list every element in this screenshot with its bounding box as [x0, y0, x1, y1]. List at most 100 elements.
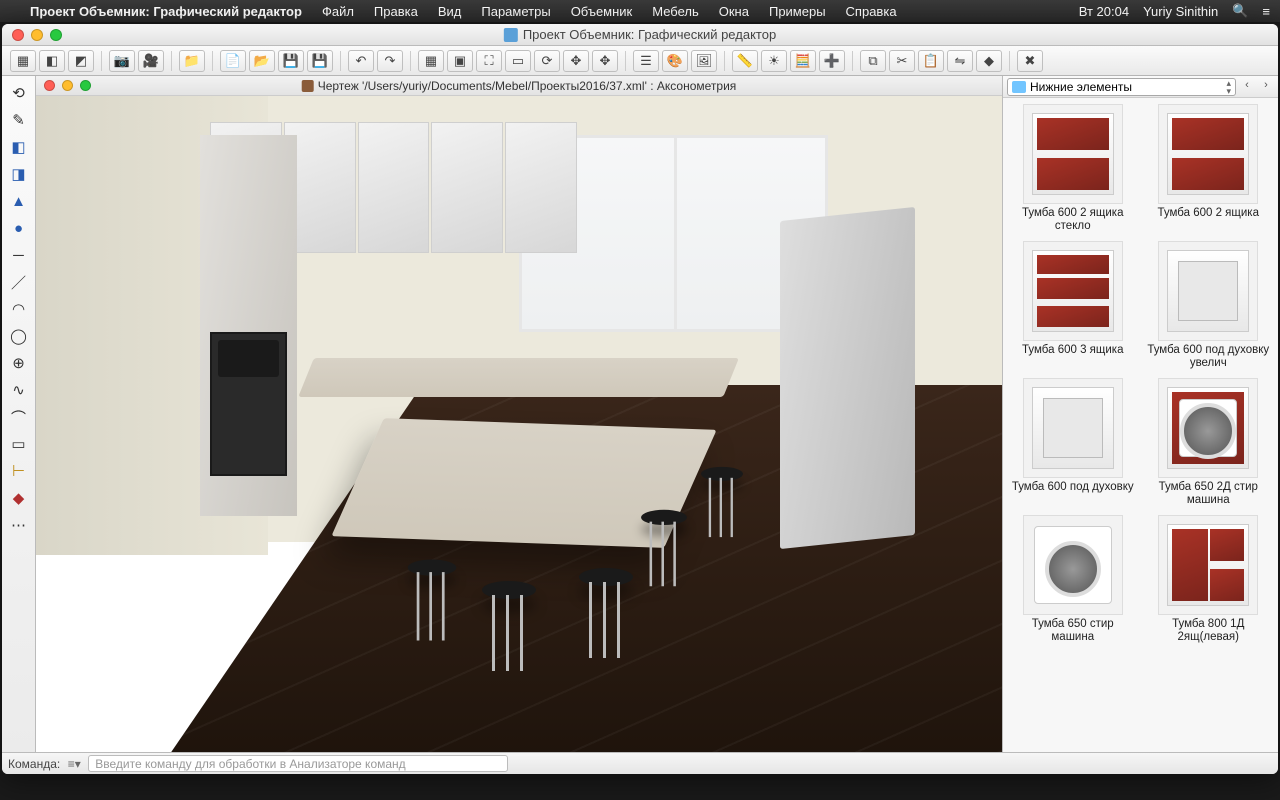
catalog-item[interactable]: Тумба 650 стир машина	[1007, 513, 1139, 648]
tool-pencil-icon[interactable]: ✎	[7, 109, 31, 131]
catalog-forward-button[interactable]: ›	[1258, 79, 1274, 95]
tool-circle-icon[interactable]: ◯	[7, 325, 31, 347]
toolbar-cube-icon[interactable]: ◧	[39, 50, 65, 72]
menu-file[interactable]: Файл	[312, 4, 364, 19]
statusbar: Команда: ≡▾ Введите команду для обработк…	[2, 752, 1278, 774]
toolbar-saveas-icon[interactable]: 💾	[307, 50, 333, 72]
toolbar-pan-icon[interactable]: ✥	[592, 50, 618, 72]
menubar-user[interactable]: Yuriy Sinithin	[1143, 4, 1218, 19]
tool-minus-icon[interactable]: ─	[7, 244, 31, 266]
catalog-scroll[interactable]: Тумба 600 2 ящика стекло Тумба 600 2 ящи…	[1003, 98, 1278, 752]
catalog-item[interactable]: Тумба 800 1Д 2ящ(левая)	[1143, 513, 1275, 648]
app-window: Проект Объемник: Графический редактор ▦ …	[2, 24, 1278, 774]
tool-rect-icon[interactable]: ▭	[7, 433, 31, 455]
document-titlebar[interactable]: Чертеж '/Users/yuriy/Documents/Mebel/Про…	[36, 76, 1002, 96]
toolbar-sun-icon[interactable]: ☀	[761, 50, 787, 72]
toolbar-box-icon[interactable]: ▣	[447, 50, 473, 72]
tool-cone-icon[interactable]: ▲	[7, 190, 31, 212]
toolbar-open-icon[interactable]: 📂	[249, 50, 275, 72]
command-input[interactable]: Введите команду для обработки в Анализат…	[88, 755, 508, 772]
menu-edit[interactable]: Правка	[364, 4, 428, 19]
toolbar-calc-icon[interactable]: 🧮	[790, 50, 816, 72]
toolbar-save-icon[interactable]: 💾	[278, 50, 304, 72]
toolbar-rotate-icon[interactable]: ⟳	[534, 50, 560, 72]
catalog-item[interactable]: Тумба 600 под духовку	[1007, 376, 1139, 511]
doc-zoom-button[interactable]	[80, 80, 91, 91]
tool-curve-icon[interactable]: ⌒	[7, 406, 31, 428]
toolbar-materials-icon[interactable]: 🎨	[662, 50, 688, 72]
spotlight-icon[interactable]: 🔍	[1232, 3, 1248, 19]
catalog-item-label: Тумба 600 2 ящика	[1158, 207, 1259, 235]
toolbar-cube2-icon[interactable]: ◩	[68, 50, 94, 72]
toolbar-paste-icon[interactable]: 📋	[918, 50, 944, 72]
toolbar-fit-icon[interactable]: ⛶	[476, 50, 502, 72]
toolbar-mirror-icon[interactable]: ⇋	[947, 50, 973, 72]
window-titlebar[interactable]: Проект Объемник: Графический редактор	[2, 24, 1278, 46]
toolbar-cut-icon[interactable]: ✂	[889, 50, 915, 72]
menu-help[interactable]: Справка	[836, 4, 907, 19]
folder-icon	[1012, 81, 1026, 93]
menu-view[interactable]: Вид	[428, 4, 472, 19]
tool-axis-icon[interactable]: ⊕	[7, 352, 31, 374]
window-zoom-button[interactable]	[50, 29, 62, 41]
document-title: Чертеж '/Users/yuriy/Documents/Mebel/Про…	[318, 79, 737, 93]
app-menu[interactable]: Проект Объемник: Графический редактор	[20, 4, 312, 19]
catalog-item[interactable]: Тумба 600 под духовку увелич	[1143, 239, 1275, 374]
kitchen-render	[36, 96, 1002, 752]
toolbar-grid-icon[interactable]: ▦	[418, 50, 444, 72]
toolbar-redo-icon[interactable]: ↷	[377, 50, 403, 72]
toolbar-move-icon[interactable]: ✥	[563, 50, 589, 72]
menubar-clock: Вт 20:04	[1079, 4, 1129, 19]
tool-material-icon[interactable]: ◆	[7, 487, 31, 509]
3d-viewport[interactable]	[36, 96, 1002, 752]
menu-windows[interactable]: Окна	[709, 4, 759, 19]
doc-close-button[interactable]	[44, 80, 55, 91]
toolbar-copy-icon[interactable]: ⧉	[860, 50, 886, 72]
tool-sphere-icon[interactable]: ●	[7, 217, 31, 239]
menu-extras-icon[interactable]: ≡	[1262, 4, 1270, 19]
catalog-item[interactable]: Тумба 600 3 ящика	[1007, 239, 1139, 374]
catalog-item[interactable]: Тумба 600 2 ящика стекло	[1007, 102, 1139, 237]
left-toolbar: ⟲ ✎ ◧ ◨ ▲ ● ─ ／ ◠ ◯ ⊕ ∿ ⌒ ▭ ⊢ ◆ ⋯	[2, 76, 36, 752]
command-history-button[interactable]: ≡▾	[66, 757, 82, 771]
catalog-panel: Нижние элементы ▴▾ ‹ › Тумба 600 2 ящика…	[1002, 76, 1278, 752]
menu-params[interactable]: Параметры	[471, 4, 560, 19]
catalog-item[interactable]: Тумба 600 2 ящика	[1143, 102, 1275, 237]
tool-cube2-icon[interactable]: ◨	[7, 163, 31, 185]
tool-rotate3d-icon[interactable]: ⟲	[7, 82, 31, 104]
toolbar-camera2-icon[interactable]: 🎥	[138, 50, 164, 72]
catalog-item-label: Тумба 600 3 ящика	[1022, 344, 1123, 372]
tool-line-icon[interactable]: ／	[7, 271, 31, 293]
toolbar-ruler-icon[interactable]: 📏	[732, 50, 758, 72]
toolbar-camera-icon[interactable]: 📷	[109, 50, 135, 72]
tool-spline-icon[interactable]: ∿	[7, 379, 31, 401]
toolbar-undo-icon[interactable]: ↶	[348, 50, 374, 72]
window-close-button[interactable]	[12, 29, 24, 41]
toolbar-select-icon[interactable]: ▭	[505, 50, 531, 72]
toolbar-scene-icon[interactable]: 🖼	[691, 50, 717, 72]
catalog-category-label: Нижние элементы	[1030, 80, 1132, 94]
menu-volumer[interactable]: Объемник	[561, 4, 643, 19]
main-area: Чертеж '/Users/yuriy/Documents/Mebel/Про…	[36, 76, 1002, 752]
menu-furniture[interactable]: Мебель	[642, 4, 709, 19]
catalog-back-button[interactable]: ‹	[1239, 79, 1255, 95]
catalog-item[interactable]: Тумба 650 2Д стир машина	[1143, 376, 1275, 511]
catalog-category-select[interactable]: Нижние элементы ▴▾	[1007, 78, 1236, 96]
tool-more-icon[interactable]: ⋯	[7, 514, 31, 536]
toolbar-add-icon[interactable]: ➕	[819, 50, 845, 72]
doc-minimize-button[interactable]	[62, 80, 73, 91]
tool-cube-icon[interactable]: ◧	[7, 136, 31, 158]
tool-arc-icon[interactable]: ◠	[7, 298, 31, 320]
catalog-item-label: Тумба 600 под духовку увелич	[1145, 344, 1273, 372]
toolbar-cube-blue-icon[interactable]: ▦	[10, 50, 36, 72]
toolbar-layers-icon[interactable]: ☰	[633, 50, 659, 72]
toolbar-folder-icon[interactable]: 📁	[179, 50, 205, 72]
toolbar-new-icon[interactable]: 📄	[220, 50, 246, 72]
toolbar-delete-icon[interactable]: ✖	[1017, 50, 1043, 72]
window-minimize-button[interactable]	[31, 29, 43, 41]
menu-examples[interactable]: Примеры	[759, 4, 836, 19]
catalog-item-label: Тумба 600 под духовку	[1012, 481, 1134, 509]
toolbar-3d-icon[interactable]: ◆	[976, 50, 1002, 72]
command-placeholder: Введите команду для обработки в Анализат…	[95, 757, 405, 771]
tool-dimension-icon[interactable]: ⊢	[7, 460, 31, 482]
